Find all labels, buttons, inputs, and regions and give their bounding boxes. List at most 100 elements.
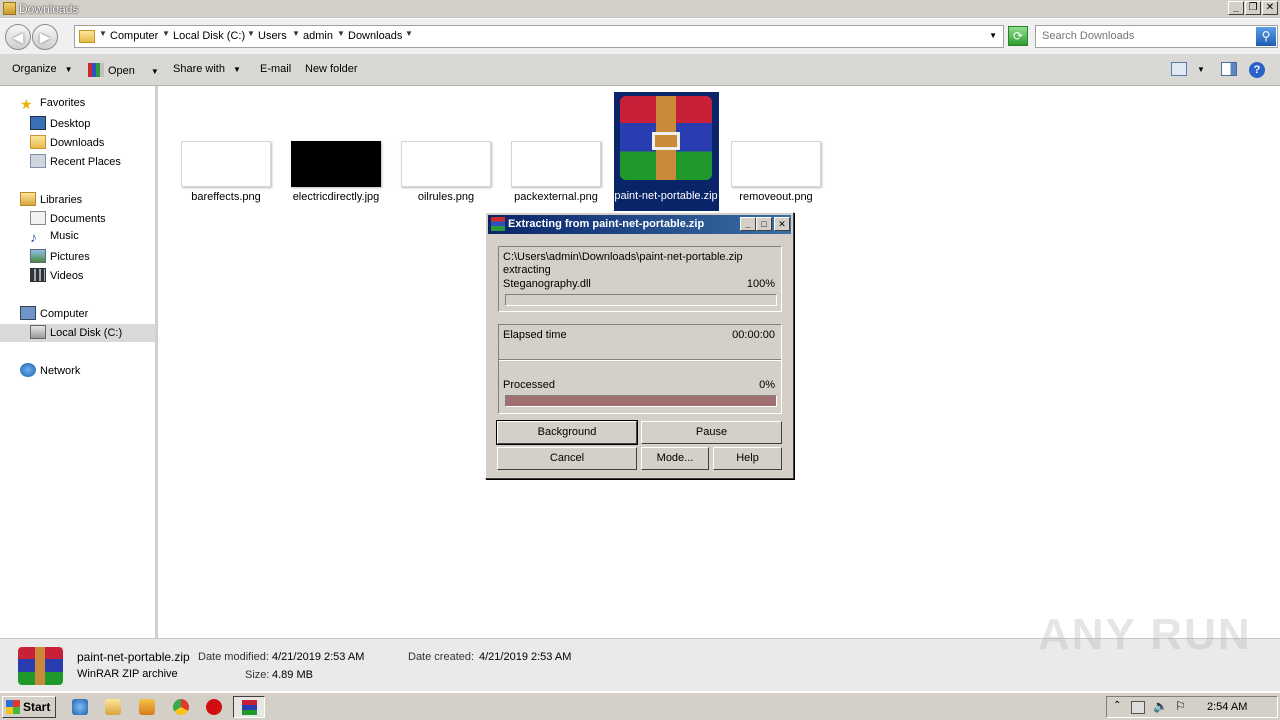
action-center-icon[interactable] bbox=[1131, 701, 1145, 714]
nav-pictures[interactable]: Pictures bbox=[30, 249, 90, 267]
nav-libraries[interactable]: Libraries bbox=[20, 192, 82, 210]
email-button[interactable]: E-mail bbox=[260, 63, 291, 75]
nav-documents[interactable]: Documents bbox=[30, 211, 106, 229]
chevron-down-icon[interactable]: ▼ bbox=[99, 29, 107, 38]
internet-explorer-icon[interactable] bbox=[72, 699, 88, 715]
clock[interactable]: 2:54 AM bbox=[1207, 701, 1247, 713]
winrar-taskbar-button[interactable] bbox=[233, 696, 265, 718]
close-button[interactable]: ✕ bbox=[1262, 1, 1278, 15]
start-button[interactable]: Start bbox=[2, 696, 56, 718]
open-button[interactable]: Open ▼ bbox=[88, 63, 159, 77]
chevron-down-icon: ▼ bbox=[150, 67, 159, 76]
nav-computer[interactable]: Computer bbox=[20, 306, 88, 324]
winrar-icon bbox=[491, 217, 505, 231]
computer-icon bbox=[20, 306, 36, 320]
nav-computer-label: Computer bbox=[40, 308, 89, 320]
current-file-group: C:\Users\admin\Downloads\paint-net-porta… bbox=[498, 246, 782, 312]
elapsed-time-label: Elapsed time bbox=[503, 329, 567, 341]
dialog-close-button[interactable]: ✕ bbox=[774, 217, 790, 231]
file-progress-fill bbox=[506, 295, 776, 305]
background-button[interactable]: Background bbox=[496, 420, 638, 445]
nav-music-label: Music bbox=[50, 230, 79, 242]
nav-network[interactable]: Network bbox=[20, 363, 80, 381]
chevron-down-icon[interactable]: ▼ bbox=[337, 29, 345, 38]
opera-icon[interactable] bbox=[206, 699, 222, 715]
nav-downloads[interactable]: Downloads bbox=[30, 135, 104, 153]
nav-documents-label: Documents bbox=[50, 213, 106, 225]
preview-pane-icon[interactable] bbox=[1221, 62, 1237, 76]
minimize-button[interactable]: _ bbox=[1228, 1, 1244, 15]
search-icon[interactable]: ⚲ bbox=[1256, 27, 1276, 46]
mode-button[interactable]: Mode... bbox=[641, 447, 709, 470]
address-bar[interactable]: ▼ Computer ▼ Local Disk (C:) ▼ Users ▼ a… bbox=[74, 25, 1004, 48]
nav-libraries-label: Libraries bbox=[40, 194, 83, 206]
size-label: Size: bbox=[245, 669, 270, 681]
file-item[interactable]: bareffects.png bbox=[169, 86, 283, 211]
flag-icon[interactable]: ⚐ bbox=[1175, 699, 1186, 713]
search-box[interactable]: ⚲ bbox=[1035, 25, 1278, 48]
breadcrumb-users[interactable]: Users bbox=[258, 30, 287, 42]
file-item[interactable]: removeout.png bbox=[719, 86, 833, 211]
star-icon: ★ bbox=[20, 96, 33, 112]
file-name: bareffects.png bbox=[191, 191, 261, 203]
winrar-archive-icon bbox=[620, 96, 712, 180]
breadcrumb-local-disk[interactable]: Local Disk (C:) bbox=[173, 30, 245, 42]
music-icon: ♪ bbox=[30, 229, 37, 245]
address-row: ◀ ▶ ▼ Computer ▼ Local Disk (C:) ▼ Users… bbox=[0, 19, 1280, 54]
image-thumbnail bbox=[291, 141, 381, 187]
chevron-down-icon[interactable]: ▼ bbox=[1197, 65, 1205, 74]
chevron-down-icon[interactable]: ▼ bbox=[292, 29, 300, 38]
new-folder-button[interactable]: New folder bbox=[305, 63, 358, 75]
chevron-up-icon[interactable]: ⌃ bbox=[1113, 700, 1121, 711]
file-percent: 100% bbox=[746, 278, 775, 290]
forward-button[interactable]: ▶ bbox=[32, 24, 58, 50]
nav-favorites[interactable]: ★ Favorites bbox=[20, 97, 85, 115]
file-item-selected[interactable]: paint-net-portable.zip bbox=[614, 92, 719, 211]
file-item[interactable]: electricdirectly.jpg bbox=[279, 86, 393, 211]
refresh-icon[interactable]: ⟳ bbox=[1008, 26, 1028, 46]
nav-local-disk[interactable]: Local Disk (C:) bbox=[30, 325, 122, 343]
chevron-down-icon[interactable]: ▼ bbox=[405, 29, 413, 38]
chevron-down-icon[interactable]: ▼ bbox=[247, 29, 255, 38]
help-icon[interactable]: ? bbox=[1249, 62, 1265, 78]
chevron-down-icon[interactable]: ▼ bbox=[162, 29, 170, 38]
search-input[interactable] bbox=[1042, 30, 1252, 42]
chrome-icon[interactable] bbox=[173, 699, 189, 715]
file-item[interactable]: packexternal.png bbox=[499, 86, 613, 211]
window-title: Downloads bbox=[19, 2, 79, 16]
volume-icon[interactable]: 🔈 bbox=[1153, 699, 1168, 713]
media-player-icon[interactable] bbox=[139, 699, 155, 715]
file-item[interactable]: oilrules.png bbox=[389, 86, 503, 211]
nav-desktop[interactable]: Desktop bbox=[30, 116, 90, 134]
libraries-icon bbox=[20, 192, 36, 206]
dialog-title: Extracting from paint-net-portable.zip bbox=[508, 218, 705, 230]
cancel-button[interactable]: Cancel bbox=[497, 447, 637, 470]
address-dropdown-icon[interactable]: ▼ bbox=[989, 31, 997, 40]
breadcrumb-admin[interactable]: admin bbox=[303, 30, 333, 42]
nav-videos[interactable]: Videos bbox=[30, 268, 83, 286]
nav-recent-places[interactable]: Recent Places bbox=[30, 154, 121, 172]
file-name: electricdirectly.jpg bbox=[292, 191, 380, 203]
size-value: 4.89 MB bbox=[272, 669, 313, 681]
explorer-icon[interactable] bbox=[105, 699, 121, 715]
breadcrumb-computer[interactable]: Computer bbox=[110, 30, 158, 42]
date-modified-value: 4/21/2019 2:53 AM bbox=[272, 651, 365, 663]
nav-music[interactable]: ♪ Music bbox=[30, 230, 79, 248]
dialog-minimize-button[interactable]: _ bbox=[740, 217, 756, 231]
image-thumbnail bbox=[181, 141, 271, 187]
command-bar: Organize ▼ Open ▼ Share with ▼ E-mail New f… bbox=[0, 54, 1280, 86]
back-button[interactable]: ◀ bbox=[5, 24, 31, 50]
share-with-button[interactable]: Share with ▼ bbox=[173, 63, 241, 75]
organize-button[interactable]: Organize ▼ bbox=[12, 63, 73, 75]
breadcrumb-downloads[interactable]: Downloads bbox=[348, 30, 402, 42]
dialog-maximize-button[interactable]: □ bbox=[756, 217, 772, 231]
restore-button[interactable]: ❐ bbox=[1245, 1, 1261, 15]
system-tray: ⌃ 🔈 ⚐ 2:54 AM bbox=[1106, 696, 1278, 718]
current-file-name: Steganography.dll bbox=[503, 278, 591, 290]
start-label: Start bbox=[23, 700, 51, 714]
date-created-label: Date created: bbox=[408, 651, 475, 663]
pause-button[interactable]: Pause bbox=[641, 421, 782, 444]
view-options-icon[interactable] bbox=[1171, 62, 1187, 76]
nav-favorites-label: Favorites bbox=[40, 97, 86, 109]
help-button[interactable]: Help bbox=[713, 447, 782, 470]
